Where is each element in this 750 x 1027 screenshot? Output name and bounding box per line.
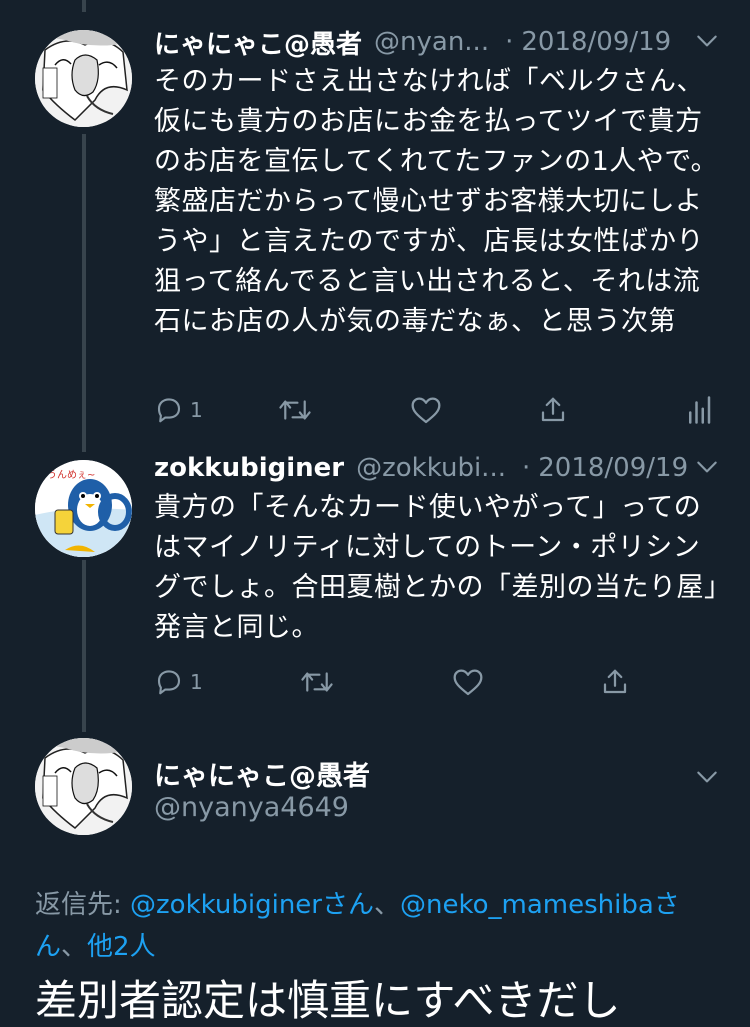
reply-button[interactable]: 1 [154,662,203,702]
tweet-actions: 1 [154,662,724,702]
main-tweet-text: 差別者認定は慎重にすべきだし [35,976,621,1025]
reply-count: 1 [190,398,203,422]
separator-dot: · [505,27,514,57]
avatar[interactable] [35,30,132,127]
chevron-down-icon[interactable] [694,454,720,480]
separator-dot: · [521,453,531,483]
handle[interactable]: @nyanya4649 [154,792,349,823]
penguin-avatar-image: うんめぇ~ [35,460,132,557]
timestamp[interactable]: 2018/09/19 [521,27,671,57]
reply-to-label: 返信先: [35,890,131,920]
others-link[interactable]: 他2人 [87,932,156,962]
separator: 、 [61,932,88,962]
share-icon [603,669,627,694]
share-button[interactable] [538,390,568,430]
display-name[interactable]: zokkubiginer [154,453,344,483]
handle[interactable]: @zokkubi... [356,453,506,483]
analytics-icon [689,396,711,424]
retweet-button[interactable] [300,662,334,702]
retweet-icon [301,672,333,692]
manga-avatar-image [35,738,132,835]
like-button[interactable] [410,390,442,430]
thread-line-top [82,0,86,12]
reply-button[interactable]: 1 [154,390,203,430]
tweet-header: にゃにゃこ@愚者 @nyan... · 2018/09/19 [154,22,720,62]
mention-link[interactable]: @zokkubiginerさん [130,890,374,920]
thread-line-1 [82,134,86,452]
manga-avatar-image [35,30,132,127]
avatar[interactable]: うんめぇ~ [35,460,132,557]
share-icon [541,397,565,422]
avatar-text: うんめぇ~ [47,469,95,481]
like-button[interactable] [452,662,484,702]
reply-count: 1 [190,670,203,694]
chevron-down-icon[interactable] [694,764,720,790]
share-button[interactable] [600,662,630,702]
analytics-button[interactable] [686,390,712,430]
tweet-text: そのカードさえ出さなければ「ベルクさん、仮にも貴方のお店にお金を払ってツイで貴方… [154,66,719,337]
timestamp[interactable]: 2018/09/19 [538,453,688,483]
reply-icon [157,670,181,695]
like-icon [411,397,441,424]
tweet-header: zokkubiginer @zokkubi... · 2018/09/19 [154,448,720,488]
like-icon [453,669,483,696]
reply-icon [157,398,181,423]
tweet-text: 貴方の「そんなカード使いやがって」ってのはマイノリティに対してのトーン・ポリシン… [154,492,718,643]
tweet-actions: 1 [154,390,724,430]
reply-to-line: 返信先: @zokkubiginerさん、@neko_mameshibaさん、他… [35,884,725,968]
handle[interactable]: @nyan... [374,27,489,57]
retweet-button[interactable] [278,390,312,430]
chevron-down-icon[interactable] [694,28,720,54]
thread-line-2 [82,560,86,732]
display-name[interactable]: にゃにゃこ@愚者 [154,754,370,793]
avatar[interactable] [35,738,132,835]
retweet-icon [279,400,311,420]
display-name[interactable]: にゃにゃこ@愚者 [154,24,362,61]
separator: 、 [374,890,401,920]
